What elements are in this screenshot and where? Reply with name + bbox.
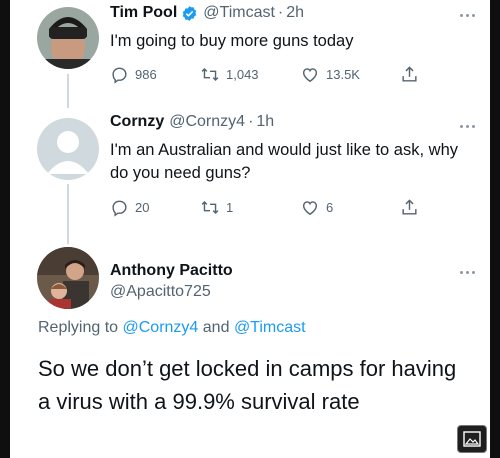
like-count: 13.5K — [326, 67, 360, 82]
thread-line — [67, 184, 69, 244]
more-icon[interactable] — [460, 14, 475, 17]
reply-icon — [110, 65, 129, 84]
separator-dot: · — [248, 113, 254, 130]
tweet-actions: 20 1 6 — [110, 198, 440, 218]
like-count: 6 — [326, 200, 334, 215]
replying-to: Replying to @Cornzy4 and @Timcast — [38, 319, 306, 337]
tweet-text: I'm an Australian and would just like to… — [110, 141, 458, 182]
reply-count: 20 — [135, 200, 150, 215]
tweet-text: I'm going to buy more guns today — [110, 32, 354, 50]
display-name[interactable]: Anthony Pacitto — [110, 262, 233, 280]
share-button[interactable] — [400, 65, 419, 84]
share-icon — [400, 65, 419, 84]
user-handle[interactable]: @Cornzy4 — [169, 113, 245, 131]
timestamp[interactable]: 1h — [256, 113, 274, 131]
avatar-anthony-pacitto[interactable] — [37, 247, 99, 309]
share-icon — [400, 198, 419, 217]
avatar-tim-pool[interactable] — [37, 7, 99, 69]
user-handle[interactable]: @Timcast — [203, 4, 275, 22]
mention-link[interactable]: @Cornzy4 — [123, 319, 199, 336]
retweet-icon — [200, 198, 220, 217]
display-name[interactable]: Tim Pool — [110, 4, 177, 22]
retweet-count: 1 — [226, 200, 234, 215]
verified-badge-icon — [181, 5, 198, 22]
heart-icon — [300, 198, 320, 217]
user-handle[interactable]: @Apacitto725 — [110, 283, 211, 301]
tweet-header: Cornzy @Cornzy4 · 1h — [110, 113, 274, 131]
replying-to-prefix: Replying to — [38, 319, 119, 336]
more-icon[interactable] — [460, 125, 475, 128]
like-button[interactable]: 6 — [300, 198, 333, 217]
image-icon[interactable] — [457, 425, 487, 453]
display-name[interactable]: Cornzy — [110, 113, 164, 131]
retweet-count: 1,043 — [226, 67, 259, 82]
reply-button[interactable]: 20 — [110, 198, 149, 217]
reply-count: 986 — [135, 67, 157, 82]
retweet-button[interactable]: 1,043 — [200, 65, 259, 84]
more-icon[interactable] — [460, 271, 475, 274]
share-button[interactable] — [400, 198, 419, 217]
mention-link[interactable]: @Timcast — [234, 319, 306, 336]
retweet-button[interactable]: 1 — [200, 198, 233, 217]
heart-icon — [300, 65, 320, 84]
separator-dot: · — [277, 4, 284, 21]
like-button[interactable]: 13.5K — [300, 65, 360, 84]
tweet-actions: 986 1,043 13.5K — [110, 65, 440, 85]
reply-icon — [110, 198, 129, 217]
thread-line — [67, 74, 69, 108]
reply-button[interactable]: 986 — [110, 65, 157, 84]
main-tweet-text: So we don’t get locked in camps for havi… — [38, 356, 457, 414]
tweet-header: Tim Pool @Timcast · 2h — [110, 4, 304, 22]
replying-to-and: and — [202, 319, 230, 336]
avatar-cornzy[interactable] — [37, 118, 99, 180]
retweet-icon — [200, 65, 220, 84]
timestamp[interactable]: 2h — [286, 4, 304, 22]
tweet-thread: Tim Pool @Timcast · 2h I'm going to buy … — [10, 0, 490, 458]
